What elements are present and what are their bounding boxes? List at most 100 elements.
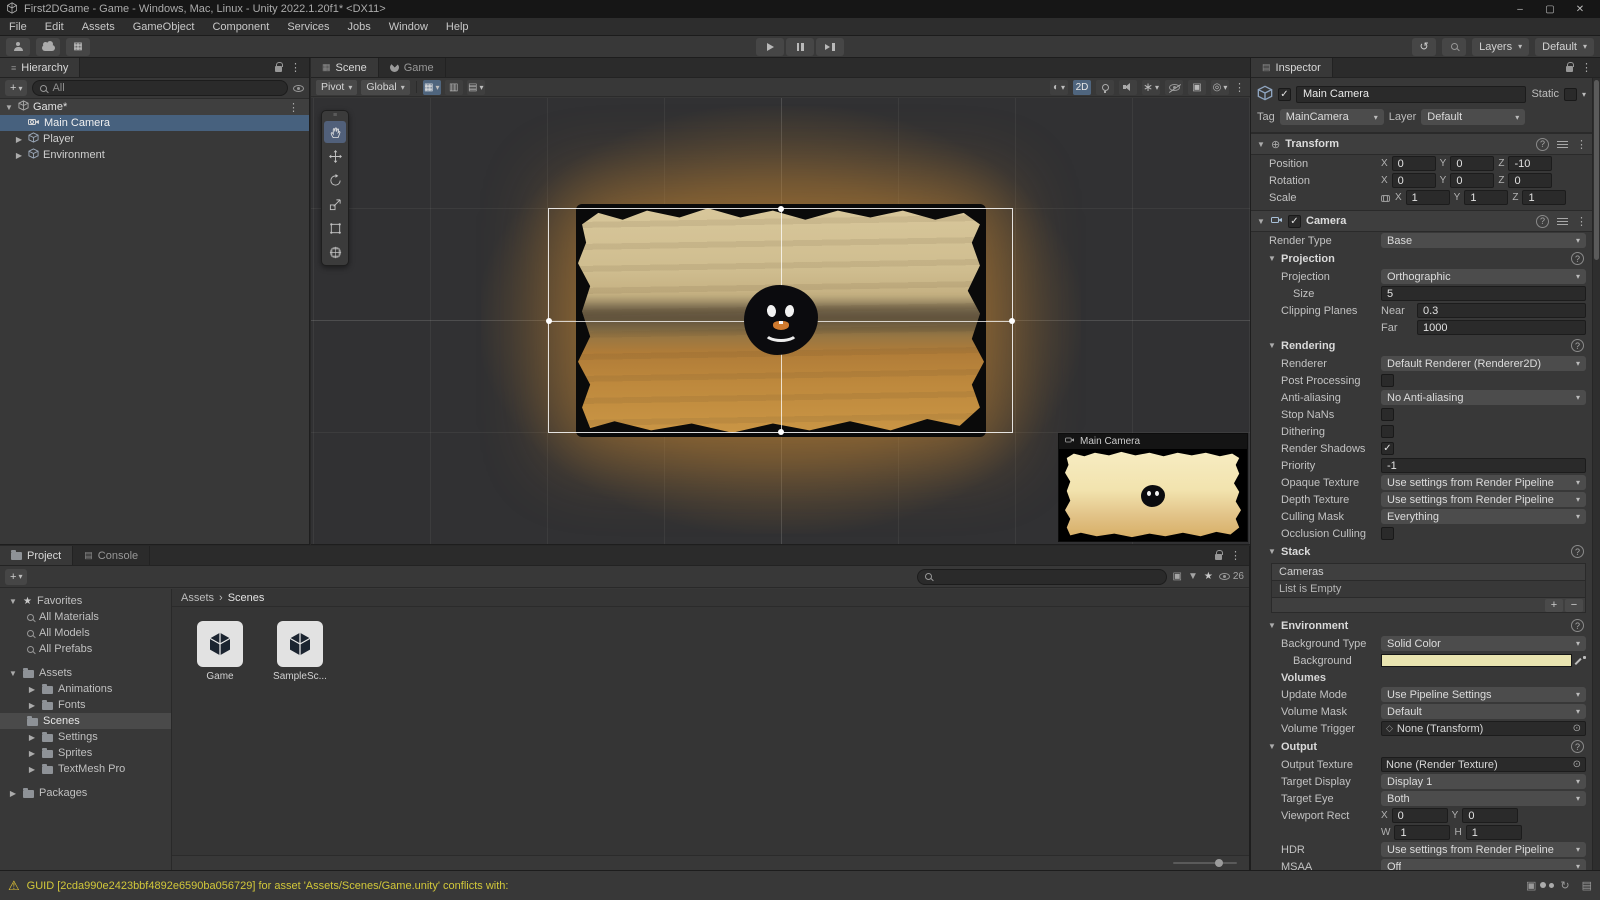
maximize-button[interactable]: ▢ (1536, 1, 1564, 17)
shading-mode-dropdown[interactable]: ◐ ▾ (1050, 79, 1068, 95)
component-menu-icon[interactable]: ⋮ (1576, 138, 1587, 151)
target-eye-dropdown[interactable]: Both ▾ (1381, 791, 1586, 806)
foldout-open-icon[interactable]: ▼ (8, 597, 18, 606)
camera-component-header[interactable]: ▼ Camera ? ⋮ (1251, 210, 1592, 232)
create-object-button[interactable]: + ▾ (5, 80, 28, 96)
scale-y-field[interactable]: 1 (1464, 190, 1509, 205)
transform-tool-button[interactable] (324, 241, 346, 263)
foldout-open-icon[interactable]: ▼ (1267, 341, 1277, 350)
viewport-h-field[interactable]: 1 (1465, 825, 1522, 840)
lock-icon[interactable] (1566, 62, 1574, 72)
asset-tile-samplescene[interactable]: SampleSc... (268, 621, 332, 682)
layer-dropdown[interactable]: Default ▾ (1421, 109, 1526, 125)
menu-jobs[interactable]: Jobs (339, 18, 380, 35)
rotate-tool-button[interactable] (324, 169, 346, 191)
tree-folder-scenes[interactable]: Scenes (0, 713, 171, 729)
preset-icon[interactable] (1557, 217, 1568, 226)
add-camera-button[interactable]: + (1545, 598, 1563, 612)
stop-nans-checkbox[interactable] (1381, 408, 1394, 421)
foldout-closed-icon[interactable]: ▶ (14, 135, 24, 144)
menu-edit[interactable]: Edit (36, 18, 73, 35)
resize-handle-bottom[interactable] (777, 429, 784, 435)
tree-all-prefabs[interactable]: All Prefabs (0, 641, 171, 657)
static-checkbox[interactable] (1563, 87, 1577, 101)
thumbnail-size-slider[interactable] (1173, 859, 1237, 867)
hierarchy-item-environment[interactable]: ▶ Environment (0, 147, 309, 163)
background-type-dropdown[interactable]: Solid Color ▾ (1381, 636, 1586, 651)
scrollbar-thumb[interactable] (1594, 80, 1599, 260)
hierarchy-search-input[interactable]: All (32, 80, 288, 96)
priority-field[interactable]: -1 (1381, 458, 1586, 473)
tab-hierarchy[interactable]: ≡ Hierarchy (0, 58, 81, 77)
environment-section-header[interactable]: ▼ Environment ? (1251, 616, 1592, 635)
foldout-closed-icon[interactable]: ▶ (27, 749, 37, 758)
volume-trigger-field[interactable]: ◇ None (Transform) ⊙ (1381, 721, 1586, 736)
output-texture-field[interactable]: None (Render Texture) ⊙ (1381, 757, 1586, 772)
gameobject-name-field[interactable]: Main Camera (1296, 85, 1527, 103)
collab-status-icon[interactable]: ▣ (1526, 879, 1536, 892)
help-icon[interactable]: ? (1571, 740, 1584, 753)
status-bar[interactable]: ⚠ GUID [2cda990e2423bbf4892e6590ba056729… (0, 870, 1600, 900)
help-icon[interactable]: ? (1571, 545, 1584, 558)
help-icon[interactable]: ? (1536, 214, 1549, 228)
volume-mask-dropdown[interactable]: Default ▾ (1381, 704, 1586, 719)
position-y-field[interactable]: 0 (1450, 156, 1495, 171)
msaa-dropdown[interactable]: Off ▾ (1381, 859, 1586, 870)
foldout-open-icon[interactable]: ▼ (1256, 140, 1266, 149)
close-button[interactable]: ✕ (1566, 1, 1594, 17)
snap-increment-dropdown[interactable]: ▤ ▾ (466, 79, 485, 95)
size-field[interactable]: 5 (1381, 286, 1586, 301)
tab-console[interactable]: ▤ Console (73, 546, 151, 565)
version-control-button[interactable]: ▦ (66, 37, 90, 56)
filter-by-type-icon[interactable]: ▼ (1188, 571, 1198, 582)
menu-gameobject[interactable]: GameObject (124, 18, 204, 35)
resize-handle-top[interactable] (777, 206, 784, 212)
gizmos-dropdown[interactable]: ◎ ▾ (1211, 79, 1229, 95)
menu-file[interactable]: File (0, 18, 36, 35)
foldout-closed-icon[interactable]: ▶ (27, 765, 37, 774)
palette-drag-handle[interactable]: ≡ (333, 112, 337, 119)
scale-x-field[interactable]: 1 (1405, 190, 1450, 205)
tree-folder-animations[interactable]: ▶ Animations (0, 681, 171, 697)
foldout-open-icon[interactable]: ▼ (1267, 621, 1277, 630)
stack-section-header[interactable]: ▼ Stack ? (1251, 542, 1592, 561)
inspector-scrollbar[interactable] (1592, 78, 1600, 870)
resize-handle-left[interactable] (546, 317, 552, 324)
project-search-input[interactable] (916, 568, 1167, 585)
tab-scene[interactable]: ▦ Scene (311, 58, 379, 77)
constrain-proportions-icon[interactable] (1381, 195, 1390, 202)
tag-dropdown[interactable]: MainCamera ▾ (1279, 109, 1384, 125)
camera-enabled-checkbox[interactable] (1288, 214, 1301, 228)
tree-folder-settings[interactable]: ▶ Settings (0, 729, 171, 745)
render-shadows-checkbox[interactable] (1381, 442, 1394, 455)
render-type-dropdown[interactable]: Base ▾ (1381, 233, 1586, 248)
rotation-y-field[interactable]: 0 (1450, 173, 1495, 188)
menu-help[interactable]: Help (437, 18, 478, 35)
opaque-texture-dropdown[interactable]: Use settings from Render Pipeline ▾ (1381, 475, 1586, 490)
scene-visibility-toggle[interactable] (1165, 79, 1183, 95)
foldout-open-icon[interactable]: ▼ (1256, 217, 1266, 226)
rect-tool-button[interactable] (324, 217, 346, 239)
menu-services[interactable]: Services (278, 18, 338, 35)
hdr-dropdown[interactable]: Use settings from Render Pipeline ▾ (1381, 842, 1586, 857)
panel-menu-icon[interactable]: ⋮ (1230, 549, 1241, 562)
play-button[interactable] (756, 37, 784, 56)
minimize-button[interactable]: – (1506, 1, 1534, 17)
menu-assets[interactable]: Assets (73, 18, 124, 35)
handle-rotation-dropdown[interactable]: Global ▾ (361, 79, 410, 95)
rotation-x-field[interactable]: 0 (1391, 173, 1436, 188)
cloud-services-button[interactable] (36, 37, 60, 56)
panel-menu-icon[interactable]: ⋮ (1581, 61, 1592, 74)
culling-mask-dropdown[interactable]: Everything ▾ (1381, 509, 1586, 524)
foldout-open-icon[interactable]: ▼ (4, 103, 14, 112)
status-warning-text[interactable]: GUID [2cda990e2423bbf4892e6590ba056729] … (27, 880, 509, 892)
foldout-open-icon[interactable]: ▼ (1267, 254, 1277, 263)
tree-all-materials[interactable]: All Materials (0, 609, 171, 625)
tree-folder-textmeshpro[interactable]: ▶ TextMesh Pro (0, 761, 171, 777)
clipping-far-field[interactable]: 1000 (1417, 320, 1586, 335)
renderer-dropdown[interactable]: Default Renderer (Renderer2D) ▾ (1381, 356, 1586, 371)
foldout-closed-icon[interactable]: ▶ (27, 685, 37, 694)
tree-folder-fonts[interactable]: ▶ Fonts (0, 697, 171, 713)
foldout-closed-icon[interactable]: ▶ (27, 733, 37, 742)
lock-icon[interactable] (1215, 550, 1223, 560)
